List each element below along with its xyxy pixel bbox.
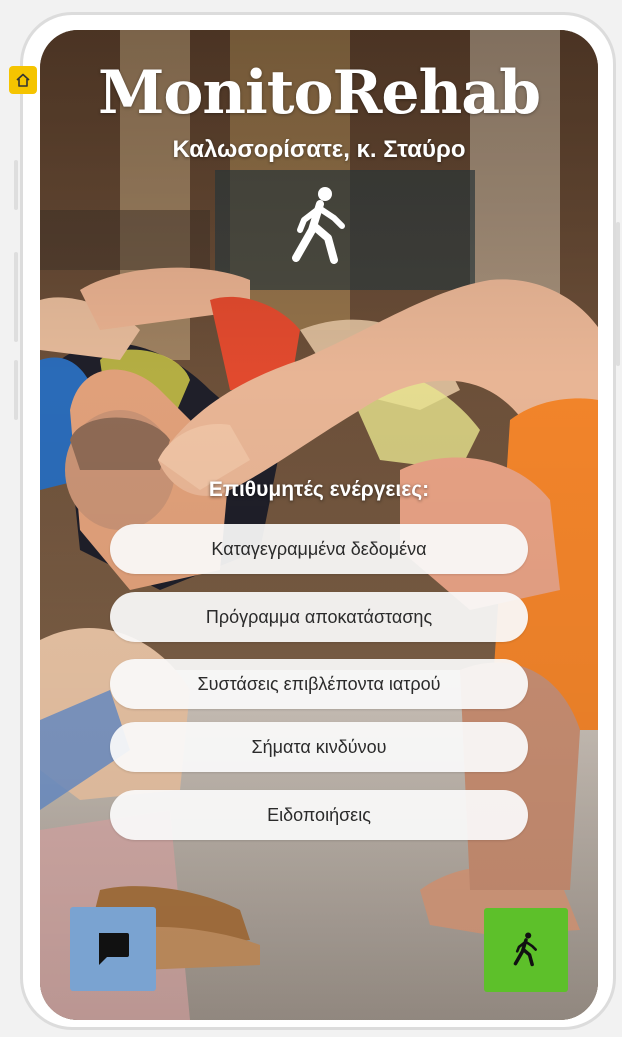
chat-button[interactable] — [70, 907, 156, 991]
phone-side-button — [14, 160, 18, 210]
phone-side-button — [616, 222, 620, 366]
doctor-recommendations-button[interactable]: Συστάσεις επιβλέποντα ιατρού — [110, 659, 528, 709]
danger-signals-button[interactable]: Σήματα κινδύνου — [110, 722, 528, 772]
home-button[interactable] — [9, 66, 37, 94]
welcome-message: Καλωσορίσατε, κ. Σταύρο — [172, 136, 466, 163]
phone-side-button — [14, 360, 18, 420]
home-icon — [16, 73, 30, 87]
notifications-button[interactable]: Ειδοποιήσεις — [110, 790, 528, 840]
phone-side-button — [14, 252, 18, 342]
walking-person-icon — [513, 932, 537, 967]
recorded-data-button[interactable]: Καταγεγραμμένα δεδομένα — [110, 524, 528, 574]
rehab-program-button[interactable]: Πρόγραμμα αποκατάστασης — [110, 592, 528, 642]
actions-heading: Επιθυμητές ενέργειες: — [208, 478, 430, 501]
walking-person-icon — [292, 187, 345, 264]
walk-button[interactable] — [484, 908, 568, 992]
chat-bubble-icon — [99, 933, 129, 965]
app-screen: MonitoRehab Καλωσορίσατε, κ. Σταύρο Επιθ… — [40, 30, 598, 1020]
app-title: MonitoRehab — [97, 58, 541, 128]
